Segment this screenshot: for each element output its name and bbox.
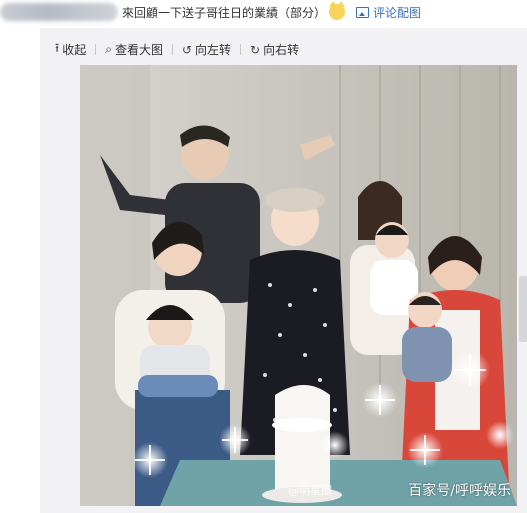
divider: [95, 44, 97, 55]
weibo-watermark: @明星圈: [288, 484, 332, 497]
rotate-right-label: 向右转: [263, 43, 300, 57]
image-toolbar: ⭱ 收起 ⌕ 查看大图 ↺ 向左转 ↻ 向右转: [55, 39, 299, 60]
page: 來回顧一下送子哥往日的業績（部分） 评论配图 ⭱ 收起 ⌕ 查看大图 ↺ 向左转: [0, 0, 527, 513]
rotate-right-button[interactable]: ↻ 向右转: [250, 41, 299, 58]
divider: [171, 44, 173, 55]
site-watermark: 百家号/呼呼娱乐: [408, 483, 511, 499]
post-photo[interactable]: @明星圈 百家号/呼呼娱乐: [80, 65, 517, 506]
rotate-left-label: 向左转: [195, 43, 232, 57]
rotate-left-icon: ↺: [181, 42, 193, 57]
image-icon: [356, 6, 370, 18]
collapse-icon: ⭱: [55, 41, 60, 55]
divider: [240, 44, 242, 55]
search-icon: ⌕: [105, 42, 112, 56]
view-large-button[interactable]: ⌕ 查看大图: [105, 41, 163, 58]
pic-comment-label: 评论配图: [373, 5, 422, 20]
image-expand-panel: ⭱ 收起 ⌕ 查看大图 ↺ 向左转 ↻ 向右转 @明星圈 百家号/呼呼娱乐: [40, 28, 527, 513]
collapse-label: 收起: [62, 43, 87, 57]
pic-comment-link[interactable]: 评论配图: [356, 4, 421, 21]
post-text: 來回顧一下送子哥往日的業績（部分）: [122, 5, 327, 20]
rotate-right-icon: ↻: [250, 42, 261, 57]
cat-emoji-icon: [329, 1, 346, 20]
rotate-left-button[interactable]: ↺ 向左转: [182, 41, 231, 58]
scrollbar[interactable]: [519, 276, 527, 342]
collapse-button[interactable]: ⭱ 收起: [55, 39, 86, 60]
view-large-label: 查看大图: [114, 43, 163, 57]
post-text-line: 來回顧一下送子哥往日的業績（部分） 评论配图: [0, 1, 421, 22]
group-photo-image: [80, 65, 517, 506]
blurred-username: [0, 3, 118, 21]
